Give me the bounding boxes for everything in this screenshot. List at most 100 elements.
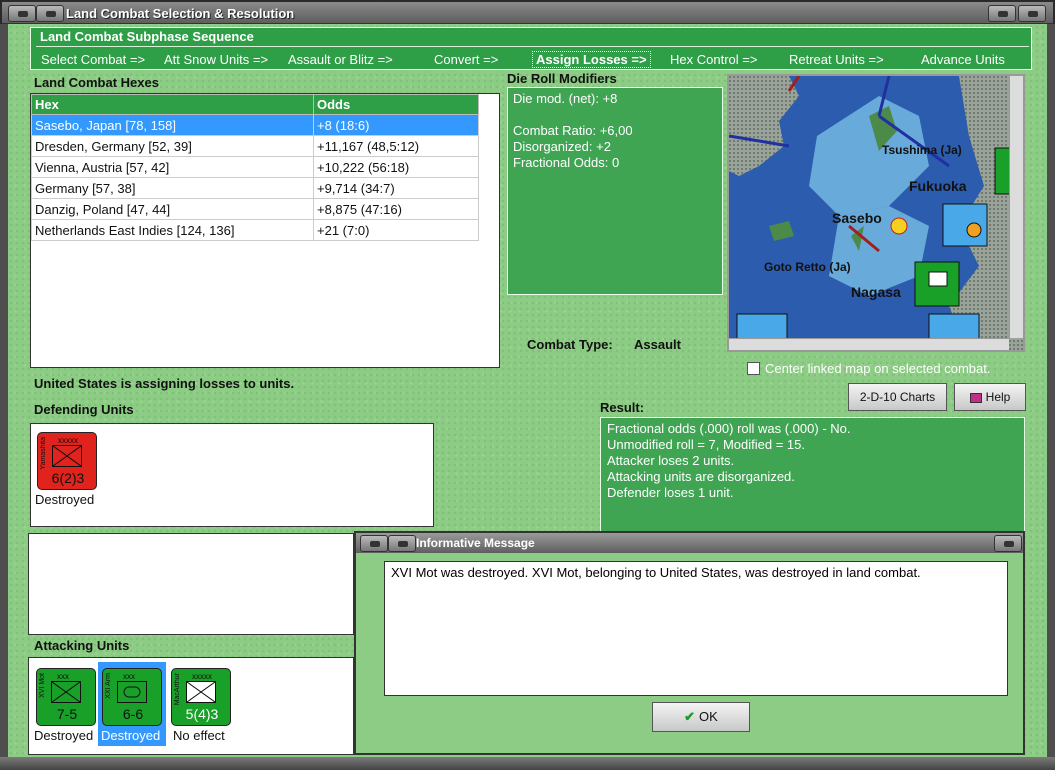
attacker-counter[interactable]: xxx XXI Arm 6-6	[102, 668, 162, 726]
window-titlebar[interactable]: Land Combat Selection & Resolution	[2, 2, 1053, 24]
defending-units-panel: xxxxx Yamashita 6(2)3 Destroyed	[30, 423, 434, 527]
die-mod-line: Fractional Odds: 0	[513, 155, 620, 170]
defender-status: Destroyed	[35, 492, 95, 507]
help-book-icon	[969, 392, 982, 403]
map-label-sasebo: Sasebo	[832, 210, 882, 226]
unit-strength: 6(2)3	[51, 470, 85, 486]
combat-type-label: Combat Type:	[527, 337, 613, 352]
result-line: Attacking units are disorganized.	[607, 469, 795, 484]
unit-size: xxxxx	[192, 672, 212, 681]
table-row[interactable]: Germany [57, 38] +9,714 (34:7)	[31, 177, 479, 199]
unit-name: Yamashita	[40, 437, 47, 470]
col-hex[interactable]: Hex	[31, 94, 314, 115]
result-line: Fractional odds (.000) roll was (.000) -…	[607, 421, 851, 436]
result-line: Attacker loses 2 units.	[607, 453, 735, 468]
right-border	[1047, 24, 1055, 757]
message-text-area[interactable]: XVI Mot was destroyed. XVI Mot, belongin…	[384, 561, 1008, 696]
motorized-symbol-icon	[51, 681, 81, 703]
defender-counter[interactable]: xxxxx Yamashita 6(2)3	[37, 432, 97, 490]
die-mod-line: Disorganized: +2	[513, 139, 611, 154]
die-mod-net: Die mod. (net): +8	[513, 91, 618, 106]
result-line: Defender loses 1 unit.	[607, 485, 734, 500]
attacker-counter[interactable]: xxx XVI Mot 7-5	[36, 668, 96, 726]
table-row[interactable]: Sasebo, Japan [78, 158] +8 (18:6)	[31, 114, 479, 136]
hex-cell: Dresden, Germany [52, 39]	[31, 135, 314, 157]
unit-size: xxx	[57, 672, 69, 681]
system-menu-button[interactable]	[8, 5, 36, 22]
bottom-border	[0, 757, 1055, 770]
attacker-status: Destroyed	[34, 728, 94, 743]
combat-type-value: Assault	[634, 337, 681, 352]
map-label-nagasaki: Nagasa	[851, 284, 901, 300]
table-row[interactable]: Vienna, Austria [57, 42] +10,222 (56:18)	[31, 156, 479, 178]
map-label-tsushima: Tsushima (Ja)	[882, 143, 962, 157]
help-label: Help	[985, 390, 1011, 404]
step-assign-losses[interactable]: Assign Losses =>	[532, 51, 651, 68]
die-roll-label: Die Roll Modifiers	[507, 71, 617, 86]
center-map-label[interactable]: Center linked map on selected combat.	[765, 361, 990, 376]
step-convert[interactable]: Convert =>	[434, 52, 498, 67]
minimize-button[interactable]	[36, 5, 64, 22]
step-select-combat[interactable]: Select Combat =>	[41, 52, 145, 67]
message-close-button[interactable]	[994, 535, 1022, 552]
unit-name: XVI Mot	[39, 673, 46, 698]
step-retreat-units[interactable]: Retreat Units =>	[789, 52, 884, 67]
table-row[interactable]: Danzig, Poland [47, 44] +8,875 (47:16)	[31, 198, 479, 220]
close-button[interactable]	[1018, 5, 1046, 22]
map-vertical-scrollbar[interactable]	[1009, 76, 1023, 338]
unit-strength: 5(4)3	[185, 706, 219, 722]
odds-cell: +21 (7:0)	[313, 219, 479, 241]
map-horizontal-scrollbar[interactable]	[729, 338, 1009, 350]
subphase-divider	[36, 46, 1029, 47]
hex-cell: Sasebo, Japan [78, 158]	[31, 114, 314, 136]
ok-button[interactable]: ✔ OK	[652, 702, 750, 732]
result-line: Unmodified roll = 7, Modified = 15.	[607, 437, 805, 452]
linked-map[interactable]: Tsushima (Ja) Fukuoka Sasebo Goto Retto …	[727, 74, 1025, 352]
informative-message-window: Informative Message XVI Mot was destroye…	[354, 531, 1025, 755]
step-att-snow-units[interactable]: Att Snow Units =>	[164, 52, 268, 67]
hexes-list[interactable]: Hex Odds Sasebo, Japan [78, 158] +8 (18:6…	[30, 93, 500, 368]
status-text: United States is assigning losses to uni…	[34, 376, 295, 391]
attacking-label: Attacking Units	[34, 638, 130, 653]
step-advance-units[interactable]: Advance Units	[921, 52, 1005, 67]
odds-cell: +8,875 (47:16)	[313, 198, 479, 220]
help-button[interactable]: Help	[954, 383, 1026, 411]
unit-strength: 7-5	[56, 706, 78, 722]
die-mod-line: Combat Ratio: +6,00	[513, 123, 633, 138]
table-row[interactable]: Netherlands East Indies [124, 136] +21 (7…	[31, 219, 479, 241]
center-map-checkbox[interactable]	[747, 362, 760, 375]
message-text: XVI Mot was destroyed. XVI Mot, belongin…	[391, 565, 921, 580]
die-roll-panel: Die mod. (net): +8 Combat Ratio: +6,00 D…	[507, 87, 723, 295]
hexes-label: Land Combat Hexes	[34, 75, 159, 90]
step-hex-control[interactable]: Hex Control =>	[670, 52, 757, 67]
charts-button[interactable]: 2-D-10 Charts	[848, 383, 947, 411]
hexes-table: Hex Odds Sasebo, Japan [78, 158] +8 (18:6…	[31, 94, 479, 241]
odds-cell: +10,222 (56:18)	[313, 156, 479, 178]
message-title: Informative Message	[416, 536, 535, 550]
attacker-counter[interactable]: xxxxx MacArthur 5(4)3	[171, 668, 231, 726]
message-minimize-button[interactable]	[388, 535, 416, 552]
result-label: Result:	[600, 400, 645, 415]
step-assault-or-blitz[interactable]: Assault or Blitz =>	[288, 52, 393, 67]
unit-strength: 6-6	[122, 706, 144, 722]
armor-symbol-icon	[117, 681, 147, 703]
ok-label: OK	[699, 709, 718, 724]
maximize-button[interactable]	[988, 5, 1016, 22]
unit-name: MacArthur	[174, 673, 181, 706]
odds-cell: +8 (18:6)	[313, 114, 479, 136]
hex-cell: Netherlands East Indies [124, 136]	[31, 219, 314, 241]
map-label-fukuoka: Fukuoka	[909, 178, 967, 194]
hex-cell: Danzig, Poland [47, 44]	[31, 198, 314, 220]
col-odds[interactable]: Odds	[313, 94, 479, 115]
odds-cell: +9,714 (34:7)	[313, 177, 479, 199]
headquarters-symbol-icon	[186, 681, 216, 703]
attacker-status: Destroyed	[101, 728, 161, 743]
subphase-title: Land Combat Subphase Sequence	[40, 29, 254, 44]
odds-cell: +11,167 (48,5:12)	[313, 135, 479, 157]
table-row[interactable]: Dresden, Germany [52, 39] +11,167 (48,5:1…	[31, 135, 479, 157]
message-system-button[interactable]	[360, 535, 388, 552]
attacking-units-panel: xxx XVI Mot 7-5 Destroyed xxx XXI Arm 6-…	[28, 657, 354, 755]
empty-panel	[28, 533, 354, 635]
message-titlebar[interactable]: Informative Message	[356, 533, 1023, 553]
hex-cell: Germany [57, 38]	[31, 177, 314, 199]
